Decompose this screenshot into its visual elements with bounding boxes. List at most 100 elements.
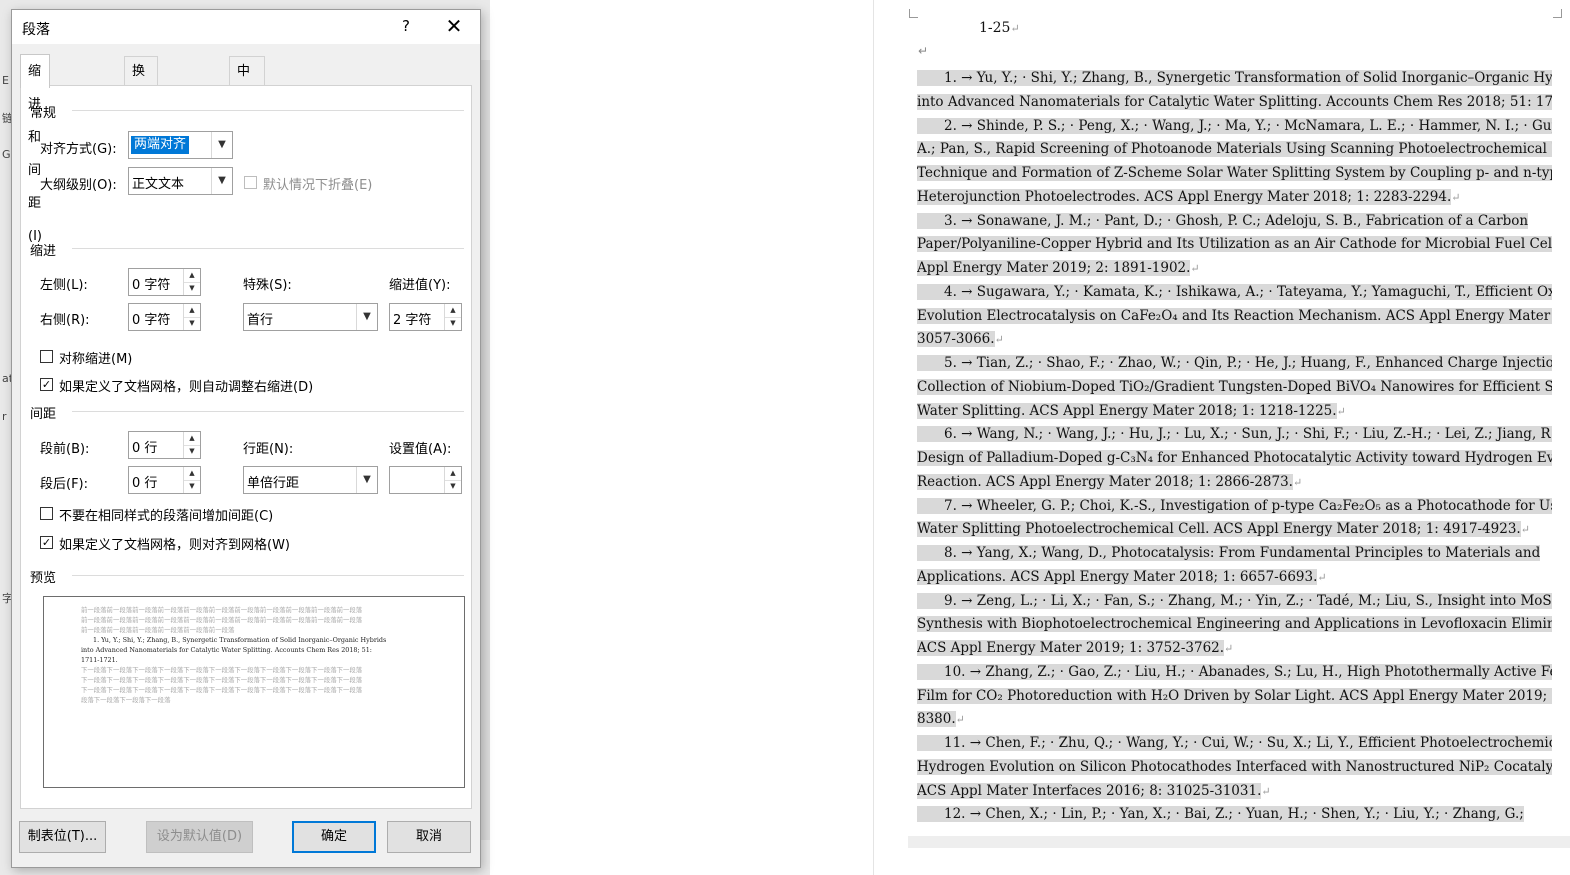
auto-adjust-right-indent-checkbox[interactable]: ✓ xyxy=(40,378,53,391)
spin-down-icon[interactable]: ▼ xyxy=(184,282,200,295)
tab-asian-typography[interactable]: 中文版式(H) xyxy=(229,56,265,195)
section-divider xyxy=(72,110,464,111)
mirror-indents-checkbox[interactable] xyxy=(40,350,53,363)
indent-left-value: 0 字符 xyxy=(132,278,171,293)
line-spacing-label: 行距(N): xyxy=(243,442,294,457)
spin-up-icon[interactable]: ▲ xyxy=(445,304,461,318)
dialog-title: 段落 xyxy=(22,22,50,38)
reference-line[interactable]: 10. → Zhang, Z.; · Gao, Z.; · Liu, H.; ·… xyxy=(917,660,1552,684)
spin-up-icon[interactable]: ▲ xyxy=(445,467,461,481)
line-spacing-value: 单倍行距 xyxy=(247,476,300,491)
tab-indents-spacing[interactable]: 缩进和间距(I) xyxy=(20,54,50,244)
reference-line[interactable]: 3057-3066.↵ xyxy=(917,327,1552,351)
spacing-before-spinner[interactable]: 0 行 ▲ ▼ xyxy=(128,431,201,459)
window-divider xyxy=(873,0,874,875)
outline-level-select[interactable]: 正文文本 ▼ xyxy=(128,167,233,195)
indent-by-spinner[interactable]: 2 字符 ▲ ▼ xyxy=(389,303,462,331)
paragraph-mark-icon: ↵ xyxy=(1336,404,1346,418)
reference-line[interactable]: Hydrogen Evolution on Silicon Photocatho… xyxy=(917,755,1552,779)
reference-line[interactable]: 11. → Chen, F.; · Zhu, Q.; · Wang, Y.; ·… xyxy=(917,731,1552,755)
reference-line[interactable]: Collection of Niobium-Doped TiO₂/Gradien… xyxy=(917,375,1552,399)
cancel-button[interactable]: 取消 xyxy=(387,821,471,853)
spin-down-icon[interactable]: ▼ xyxy=(184,317,200,330)
reference-line[interactable]: 3. → Sonawane, J. M.; · Pant, D.; · Ghos… xyxy=(917,209,1552,233)
paragraph-mark-icon: ↵ xyxy=(1317,570,1327,584)
reference-line[interactable]: 5. → Tian, Z.; · Shao, F.; · Zhao, W.; ·… xyxy=(917,351,1552,375)
preview-line: 下一段落下一段落下一段落下一段落下一段落下一段落下一段落下一段落下一段落下一段落… xyxy=(81,666,363,674)
reference-line-text: Collection of Niobium-Doped TiO₂/Gradien… xyxy=(917,378,1552,395)
reference-line[interactable]: ACS Appl Mater Interfaces 2016; 8: 31025… xyxy=(917,779,1552,803)
snap-to-grid-label: 如果定义了文档网格，则对齐到网格(W) xyxy=(59,538,290,553)
reference-line[interactable]: Paper/Polyaniline-Copper Hybrid and Its … xyxy=(917,232,1552,256)
spin-down-icon[interactable]: ▼ xyxy=(184,480,200,493)
spin-up-icon[interactable]: ▲ xyxy=(184,432,200,446)
reference-line[interactable]: Technique and Formation of Z-Scheme Sola… xyxy=(917,161,1552,185)
close-icon[interactable]: ✕ xyxy=(442,14,466,38)
reference-line-text: Design of Palladium-Doped g-C₃N₄ for Enh… xyxy=(917,450,1552,466)
spacing-at-spinner[interactable]: ▲ ▼ xyxy=(389,466,462,494)
reference-line[interactable]: A.; Pan, S., Rapid Screening of Photoano… xyxy=(917,137,1552,161)
indent-left-spinner[interactable]: 0 字符 ▲ ▼ xyxy=(128,268,201,296)
reference-line[interactable]: 2. → Shinde, P. S.; · Peng, X.; · Wang, … xyxy=(917,114,1552,138)
spin-down-icon[interactable]: ▼ xyxy=(445,317,461,330)
preview-line: 段落下一段落下一段落下一段落 xyxy=(81,696,171,704)
tabs-button[interactable]: 制表位(T)... xyxy=(19,821,106,853)
mirror-indents-label: 对称缩进(M) xyxy=(59,352,133,367)
reference-line[interactable]: Reaction. ACS Appl Energy Mater 2018; 1:… xyxy=(917,470,1552,494)
spin-up-icon[interactable]: ▲ xyxy=(184,304,200,318)
alignment-select[interactable]: 两端对齐 ▼ xyxy=(128,131,233,159)
preview-line: 前一段落前一段落前一段落前一段落前一段落前一段落 xyxy=(81,626,235,634)
spin-up-icon[interactable]: ▲ xyxy=(184,467,200,481)
collapse-by-default-checkbox[interactable] xyxy=(244,176,257,189)
dialog-titlebar[interactable]: 段落 ? ✕ xyxy=(12,10,480,44)
outline-level-value: 正文文本 xyxy=(132,177,185,192)
reference-line[interactable]: Evolution Electrocatalysis on CaFe₂O₄ an… xyxy=(917,304,1552,328)
reference-line[interactable]: Design of Palladium-Doped g-C₃N₄ for Enh… xyxy=(917,446,1552,470)
spin-down-icon[interactable]: ▼ xyxy=(184,445,200,458)
reference-line[interactable]: 9. → Zeng, L.; · Li, X.; · Fan, S.; · Zh… xyxy=(917,589,1552,613)
spacing-after-label: 段后(F): xyxy=(40,477,89,492)
spacing-after-spinner[interactable]: 0 行 ▲ ▼ xyxy=(128,466,201,494)
reference-line[interactable]: Heterojunction Photoelectrodes. ACS Appl… xyxy=(917,185,1552,209)
line-spacing-select[interactable]: 单倍行距 ▼ xyxy=(243,466,378,494)
reference-line[interactable]: Water Splitting Photoelectrochemical Cel… xyxy=(917,517,1552,541)
paragraph-mark-icon: ↵ xyxy=(1010,22,1020,35)
indent-right-value: 0 字符 xyxy=(132,313,171,328)
help-button[interactable]: ? xyxy=(396,17,416,35)
reference-line[interactable]: 8. → Yang, X.; Wang, D., Photocatalysis:… xyxy=(917,541,1552,565)
page-number-text: 1-25 xyxy=(979,20,1011,36)
reference-line[interactable]: Film for CO₂ Photoreduction with H₂O Dri… xyxy=(917,684,1552,708)
chevron-down-icon[interactable]: ▼ xyxy=(211,168,232,194)
reference-line[interactable]: into Advanced Nanomaterials for Catalyti… xyxy=(917,90,1552,114)
reference-line[interactable]: 8380.↵ xyxy=(917,707,1552,731)
spin-up-icon[interactable]: ▲ xyxy=(184,269,200,283)
reference-line[interactable]: Appl Energy Mater 2019; 2: 1891-1902.↵ xyxy=(917,256,1552,280)
indent-right-spinner[interactable]: 0 字符 ▲ ▼ xyxy=(128,303,201,331)
no-space-same-style-checkbox[interactable] xyxy=(40,507,53,520)
outline-level-label: 大纲级别(O): xyxy=(40,178,117,193)
set-default-button[interactable]: 设为默认值(D) xyxy=(146,821,253,853)
reference-line[interactable]: 1. → Yu, Y.; · Shi, Y.; Zhang, B., Syner… xyxy=(917,66,1552,90)
spin-down-icon[interactable]: ▼ xyxy=(445,480,461,493)
reference-line[interactable]: 7. → Wheeler, G. P.; Choi, K.-S., Invest… xyxy=(917,494,1552,518)
reference-line[interactable]: Synthesis with Biophotoelectrochemical E… xyxy=(917,612,1552,636)
section-divider xyxy=(72,575,464,576)
snap-to-grid-checkbox[interactable]: ✓ xyxy=(40,536,53,549)
chevron-down-icon[interactable]: ▼ xyxy=(356,467,377,493)
preview-line: 1. Yu, Y.; Shi, Y.; Zhang, B., Synergeti… xyxy=(93,636,387,644)
special-indent-select[interactable]: 首行 ▼ xyxy=(243,303,378,331)
paragraph-mark-icon: ↵ xyxy=(1261,784,1271,798)
reference-line[interactable]: 12. → Chen, X.; · Lin, P.; · Yan, X.; · … xyxy=(917,802,1552,826)
reference-line-text: 5. → Tian, Z.; · Shao, F.; · Zhao, W.; ·… xyxy=(917,355,1552,371)
reference-line[interactable]: 4. → Sugawara, Y.; · Kamata, K.; · Ishik… xyxy=(917,280,1552,304)
ok-button[interactable]: 确定 xyxy=(292,821,376,853)
chevron-down-icon[interactable]: ▼ xyxy=(356,304,377,330)
chevron-down-icon[interactable]: ▼ xyxy=(211,132,232,158)
reference-line[interactable]: Applications. ACS Appl Energy Mater 2018… xyxy=(917,565,1552,589)
background-fragment: E xyxy=(2,74,9,87)
tab-line-page-breaks[interactable]: 换行和分页(P) xyxy=(124,56,158,224)
reference-line[interactable]: 6. → Wang, N.; · Wang, J.; · Hu, J.; · L… xyxy=(917,422,1552,446)
reference-line[interactable]: ACS Appl Energy Mater 2019; 1: 3752-3762… xyxy=(917,636,1552,660)
reference-line[interactable]: Water Splitting. ACS Appl Energy Mater 2… xyxy=(917,399,1552,423)
paragraph-dialog: 段落 ? ✕ 缩进和间距(I) 换行和分页(P) 中文版式(H) 常规 对齐方式… xyxy=(11,9,481,868)
